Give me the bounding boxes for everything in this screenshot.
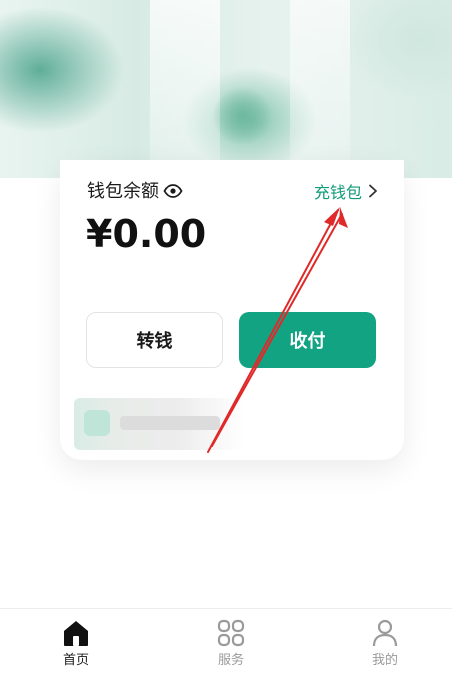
- header-banner[interactable]: [0, 0, 452, 178]
- banner-decor: [212, 86, 272, 146]
- receive-pay-button[interactable]: 收付: [239, 312, 376, 368]
- balance-label: 钱包余额: [87, 181, 159, 202]
- banner-decor: [290, 0, 350, 178]
- recharge-wallet-link[interactable]: 充钱包: [314, 180, 378, 202]
- tab-services[interactable]: 服务: [191, 617, 271, 679]
- banner-decor: [150, 0, 220, 178]
- recharge-wallet-label: 充钱包: [314, 183, 363, 202]
- balance-amount: ¥0.00: [86, 212, 207, 256]
- user-icon: [372, 619, 398, 647]
- eye-icon[interactable]: [163, 182, 183, 200]
- wallet-card: 钱包余额 充钱包 ¥0.00 转钱 收付: [60, 160, 404, 460]
- wallet-page: 钱包余额 充钱包 ¥0.00 转钱 收付 首页 服务 我的: [0, 0, 452, 682]
- services-grid-icon: [217, 619, 245, 647]
- tab-home-label: 首页: [62, 653, 89, 668]
- promo-icon: [84, 410, 110, 436]
- tab-me[interactable]: 我的: [345, 617, 425, 679]
- promo-banner[interactable]: [74, 398, 244, 450]
- bottom-tabbar: 首页 服务 我的: [0, 608, 452, 682]
- tab-services-label: 服务: [217, 653, 244, 668]
- home-icon: [64, 621, 88, 646]
- tab-me-label: 我的: [371, 653, 398, 668]
- transfer-button[interactable]: 转钱: [86, 312, 223, 368]
- tab-home[interactable]: 首页: [36, 617, 116, 679]
- promo-text-placeholder: [120, 416, 220, 430]
- chevron-right-icon: [369, 184, 377, 198]
